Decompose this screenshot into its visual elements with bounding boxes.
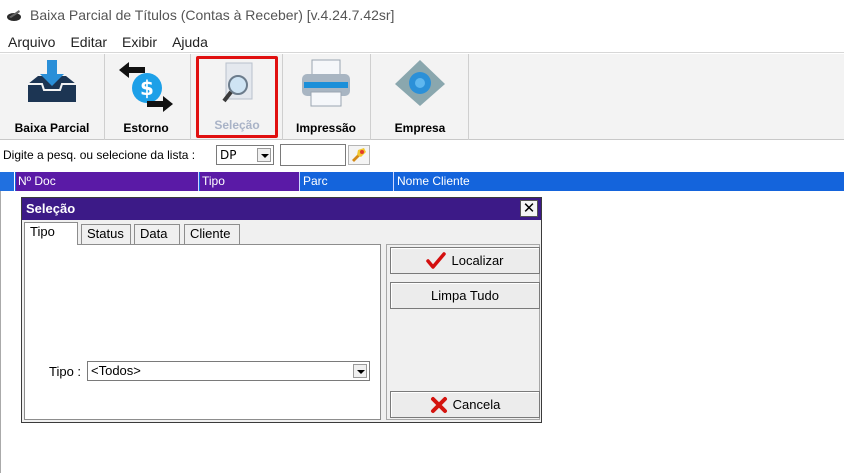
estorno-label: Estorno	[123, 121, 169, 135]
money-exchange-icon: $	[119, 62, 173, 112]
dialog-title: Seleção	[26, 201, 76, 216]
limpa-tudo-label: Limpa Tudo	[431, 288, 499, 303]
search-type-combo[interactable]: DP	[216, 145, 274, 165]
tipo-select-value: <Todos>	[91, 363, 141, 378]
flashlight-icon	[352, 148, 366, 162]
company-badge-icon	[395, 60, 445, 106]
impressao-label: Impressão	[295, 121, 357, 135]
search-type-value: DP	[220, 148, 237, 162]
baixa-parcial-label: Baixa Parcial	[14, 121, 90, 135]
baixa-parcial-button[interactable]: Baixa Parcial	[4, 56, 100, 138]
col-header-parc[interactable]: Parc	[301, 172, 394, 191]
cancela-label: Cancela	[452, 397, 501, 412]
window-title: Baixa Parcial de Títulos (Contas à Receb…	[30, 7, 395, 23]
grid-header: Nº Doc Tipo Parc Nome Cliente	[0, 172, 844, 191]
menu-ajuda[interactable]: Ajuda	[164, 34, 215, 50]
localizar-button[interactable]: Localizar	[390, 247, 540, 274]
localizar-label: Localizar	[451, 253, 504, 268]
dialog-button-panel: Localizar Limpa Tudo Cancela	[386, 244, 540, 420]
menu-bar: Arquivo Editar Exibir Ajuda	[0, 31, 844, 53]
dialog-titlebar: Seleção ✕	[22, 198, 541, 220]
selecao-dialog: Seleção ✕ Tipo Status Data Cliente Tipo …	[21, 197, 542, 423]
search-input[interactable]	[280, 144, 346, 166]
svg-text:$: $	[140, 76, 154, 100]
selecao-button[interactable]: Seleção	[196, 56, 278, 138]
checkmark-icon	[426, 251, 447, 269]
cancela-button[interactable]: Cancela	[390, 391, 540, 418]
tipo-label: Tipo :	[49, 364, 82, 379]
grid-corner	[0, 172, 15, 191]
inbox-download-icon	[28, 60, 76, 102]
estorno-button[interactable]: $ Estorno	[108, 56, 184, 138]
empresa-button[interactable]: Empresa	[374, 56, 466, 138]
menu-arquivo[interactable]: Arquivo	[0, 34, 62, 50]
tab-tipo[interactable]: Tipo	[24, 222, 78, 245]
x-mark-icon	[430, 396, 447, 413]
tab-data[interactable]: Data	[134, 224, 180, 244]
limpa-tudo-button[interactable]: Limpa Tudo	[390, 282, 540, 309]
tab-status[interactable]: Status	[81, 224, 131, 244]
selecao-label: Seleção	[214, 118, 260, 132]
impressao-button[interactable]: Impressão	[286, 56, 366, 138]
close-icon[interactable]: ✕	[520, 200, 538, 217]
tipo-select[interactable]: <Todos>	[87, 361, 370, 381]
grid-left-border	[0, 191, 1, 473]
col-header-tipo[interactable]: Tipo	[200, 172, 300, 191]
menu-editar[interactable]: Editar	[62, 34, 114, 50]
search-row: Digite a pesq. ou selecione da lista : D…	[0, 141, 844, 169]
window-titlebar: Baixa Parcial de Títulos (Contas à Receb…	[0, 0, 844, 30]
magnifier-document-icon	[222, 62, 253, 103]
tab-cliente[interactable]: Cliente	[184, 224, 240, 244]
tab-panel-tipo: Tipo : <Todos>	[24, 244, 381, 420]
col-header-nr-doc[interactable]: Nº Doc	[16, 172, 199, 191]
chevron-down-icon[interactable]	[257, 148, 271, 162]
empresa-label: Empresa	[394, 121, 446, 135]
col-header-nome-cliente[interactable]: Nome Cliente	[395, 172, 844, 191]
printer-icon	[302, 59, 350, 107]
search-label: Digite a pesq. ou selecione da lista :	[3, 148, 196, 162]
search-go-button[interactable]	[348, 145, 370, 165]
menu-exibir[interactable]: Exibir	[114, 34, 164, 50]
chevron-down-icon[interactable]	[353, 364, 367, 378]
toolbar: Baixa Parcial $ Estorno Seleção Impressã…	[0, 54, 844, 140]
app-icon	[7, 10, 21, 21]
